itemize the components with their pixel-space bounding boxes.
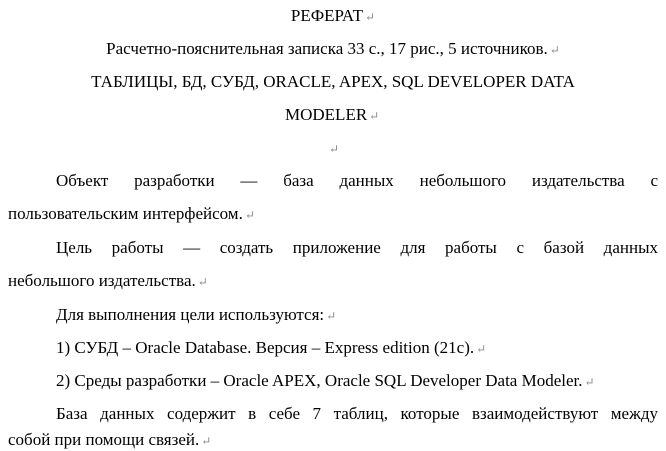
db-line-2: собой при помощи связей. ↵ (8, 431, 211, 448)
db-line-1: База данных содержит в себе 7 таблиц, ко… (56, 405, 658, 422)
keywords-line-2: MODELER ↵ (285, 106, 379, 123)
keywords-text-1: ТАБЛИЦЫ, БД, СУБД, ORACLE, APEX, SQL DEV… (91, 72, 575, 91)
paragraph-mark: ↵ (328, 142, 340, 156)
goal-text-2: небольшого издательства. (8, 271, 196, 290)
db-text-2: собой при помощи связей. (8, 430, 200, 449)
paragraph-mark: ↵ (369, 109, 380, 123)
paragraph-mark: ↵ (326, 309, 337, 323)
paragraph-mark: ↵ (244, 208, 255, 222)
paragraph-mark: ↵ (584, 375, 595, 389)
paragraph-mark: ↵ (197, 275, 208, 289)
tool-item-1-text: 1) СУБД – Oracle Database. Версия – Expr… (56, 338, 475, 357)
db-text-1: База данных содержит в себе 7 таблиц, ко… (56, 404, 658, 423)
abstract-title: РЕФЕРАТ ↵ (0, 7, 666, 24)
goal-line-2: небольшого издательства. ↵ (8, 272, 208, 289)
summary-line: Расчетно-пояснительная записка 33 с., 17… (0, 40, 666, 57)
paragraph-mark: ↵ (476, 342, 487, 356)
tool-item-1: 1) СУБД – Oracle Database. Версия – Expr… (56, 339, 486, 356)
document-page: РЕФЕРАТ ↵ Расчетно-пояснительная записка … (0, 0, 666, 451)
paragraph-mark: ↵ (365, 10, 376, 24)
object-text-1: Объект разработки — база данных небольшо… (56, 171, 658, 190)
paragraph-mark: ↵ (549, 43, 560, 57)
tools-intro-text: Для выполнения цели используются: (56, 305, 325, 324)
paragraph-mark: ↵ (201, 434, 212, 448)
object-line-2: пользовательским интерфейсом. ↵ (8, 205, 255, 222)
object-line-1: Объект разработки — база данных небольшо… (56, 172, 658, 189)
goal-text-1: Цель работы — создать приложение для раб… (56, 238, 658, 257)
tool-item-2-text: 2) Среды разработки – Oracle APEX, Oracl… (56, 371, 583, 390)
object-text-2: пользовательским интерфейсом. (8, 204, 243, 223)
goal-line-1: Цель работы — создать приложение для раб… (56, 239, 658, 256)
tools-intro-line: Для выполнения цели используются: ↵ (56, 306, 336, 323)
summary-text: Расчетно-пояснительная записка 33 с., 17… (106, 39, 548, 58)
keywords-text-2: MODELER (285, 105, 368, 124)
empty-paragraph: ↵ (0, 139, 666, 156)
abstract-title-text: РЕФЕРАТ (290, 6, 364, 25)
tool-item-2: 2) Среды разработки – Oracle APEX, Oracl… (56, 372, 595, 389)
keywords-line-1: ТАБЛИЦЫ, БД, СУБД, ORACLE, APEX, SQL DEV… (0, 73, 666, 90)
